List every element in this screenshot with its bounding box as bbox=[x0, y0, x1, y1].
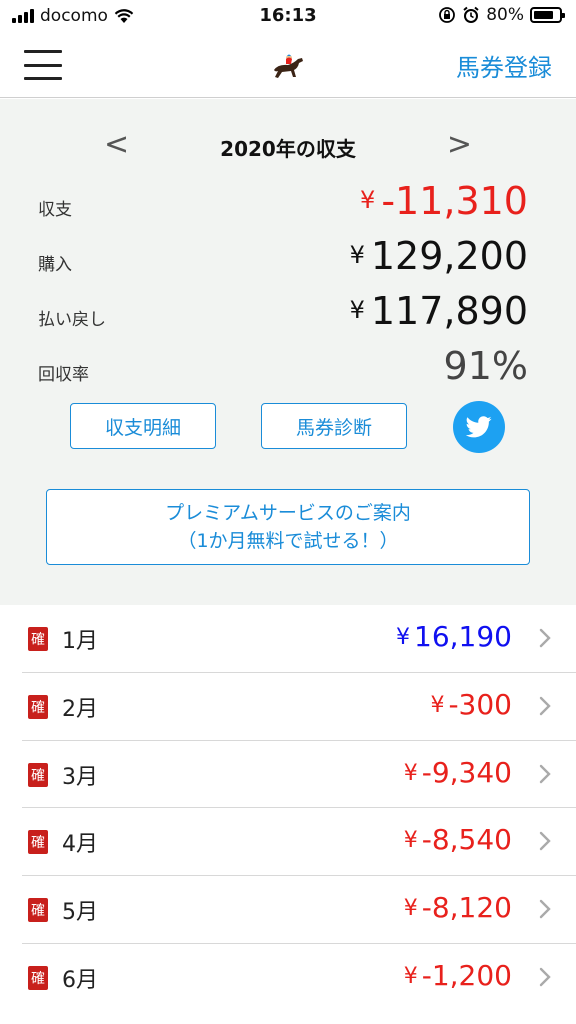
balance-label: 収支 bbox=[38, 200, 72, 220]
chevron-right-icon bbox=[539, 832, 551, 851]
year-selector: < 2020年の収支 > bbox=[0, 127, 576, 167]
month-label: 1月 bbox=[62, 629, 98, 654]
ticket-diagnosis-button[interactable]: 馬券診断 bbox=[261, 403, 407, 449]
next-year-button[interactable]: > bbox=[447, 127, 472, 162]
month-balance: ¥ -1,200 bbox=[403, 958, 512, 992]
confirmed-badge: 確 bbox=[28, 694, 48, 719]
monthly-list: 確 1月 ¥16,190 確 2月 ¥ -300 確 3月 ¥ -9,340 確 4月 ¥ -8,540 確 5… bbox=[22, 605, 576, 1012]
register-ticket-button[interactable]: 馬券登録 bbox=[456, 48, 552, 83]
payout-label: 払い戻し bbox=[38, 310, 106, 330]
yearly-summary: < 2020年の収支 > 収支 ¥ -11,310 購入 ¥129,200 払い戻… bbox=[0, 99, 576, 605]
nav-bar: 馬券登録 bbox=[0, 34, 576, 98]
alarm-icon bbox=[463, 6, 479, 23]
menu-icon[interactable] bbox=[24, 50, 62, 80]
confirmed-badge: 確 bbox=[28, 965, 48, 990]
confirmed-badge: 確 bbox=[28, 898, 48, 923]
action-buttons: 収支明細 馬券診断 bbox=[0, 401, 576, 453]
twitter-icon bbox=[466, 416, 492, 438]
chevron-right-icon bbox=[539, 696, 551, 715]
balance-row: 収支 ¥ -11,310 bbox=[38, 179, 528, 229]
balance-detail-button[interactable]: 収支明細 bbox=[70, 403, 216, 449]
rotation-lock-icon bbox=[439, 7, 456, 23]
chevron-right-icon bbox=[539, 967, 551, 987]
premium-line-1: プレミアムサービスのご案内 bbox=[165, 502, 411, 524]
month-balance: ¥ -8,120 bbox=[403, 891, 512, 925]
chevron-right-icon bbox=[539, 899, 551, 919]
month-row[interactable]: 確 1月 ¥16,190 bbox=[22, 605, 576, 673]
twitter-share-button[interactable] bbox=[453, 401, 505, 453]
payout-row: 払い戻し ¥117,890 bbox=[38, 289, 528, 339]
month-label: 2月 bbox=[62, 696, 98, 722]
month-row[interactable]: 確 5月 ¥ -8,120 bbox=[22, 876, 576, 944]
month-label: 4月 bbox=[62, 832, 98, 858]
balance-value: ¥ -11,310 bbox=[360, 179, 528, 223]
month-label: 5月 bbox=[62, 900, 98, 926]
month-label: 3月 bbox=[62, 764, 98, 790]
status-bar: docomo 16:13 80% bbox=[0, 0, 576, 34]
purchase-label: 購入 bbox=[38, 255, 72, 275]
confirmed-badge: 確 bbox=[28, 627, 48, 651]
chevron-right-icon bbox=[539, 764, 551, 783]
month-balance: ¥ -8,540 bbox=[403, 823, 512, 857]
confirmed-badge: 確 bbox=[28, 830, 48, 855]
purchase-value: ¥129,200 bbox=[349, 234, 528, 278]
month-balance: ¥16,190 bbox=[396, 620, 512, 653]
battery-percent: 80% bbox=[486, 5, 524, 25]
chevron-right-icon bbox=[539, 628, 551, 648]
month-row[interactable]: 確 4月 ¥ -8,540 bbox=[22, 808, 576, 877]
premium-service-button[interactable]: プレミアムサービスのご案内 （1か月無料で試せる！） bbox=[46, 489, 530, 565]
recovery-rate-row: 回収率 91% bbox=[38, 344, 528, 394]
month-row[interactable]: 確 3月 ¥ -9,340 bbox=[22, 741, 576, 809]
horse-racing-icon bbox=[274, 54, 303, 78]
year-title: 2020年の収支 bbox=[220, 137, 356, 161]
premium-line-2: （1か月無料で試せる！） bbox=[177, 530, 399, 552]
month-row[interactable]: 確 6月 ¥ -1,200 bbox=[22, 944, 576, 1012]
status-right: 80% bbox=[438, 5, 565, 25]
month-row[interactable]: 確 2月 ¥ -300 bbox=[22, 673, 576, 741]
battery-icon bbox=[530, 7, 565, 23]
confirmed-badge: 確 bbox=[28, 762, 48, 787]
recovery-rate-label: 回収率 bbox=[38, 365, 89, 385]
recovery-rate-value: 91% bbox=[443, 344, 528, 388]
purchase-row: 購入 ¥129,200 bbox=[38, 234, 528, 284]
payout-value: ¥117,890 bbox=[349, 289, 528, 333]
month-label: 6月 bbox=[62, 967, 98, 993]
month-balance: ¥ -300 bbox=[430, 687, 512, 721]
month-balance: ¥ -9,340 bbox=[403, 755, 512, 789]
